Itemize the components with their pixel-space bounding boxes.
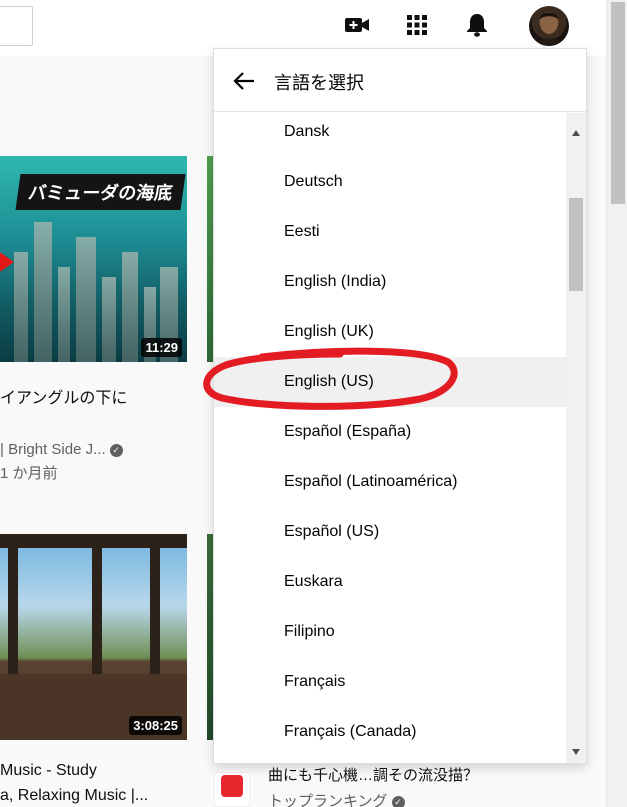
language-label: Euskara: [284, 573, 343, 590]
language-option[interactable]: Dansk: [214, 113, 566, 157]
language-label: Español (US): [284, 523, 380, 540]
language-label: Eesti: [284, 223, 320, 240]
page-scrollbar-thumb[interactable]: [611, 2, 625, 204]
language-menu-header: 言語を選択: [214, 49, 586, 112]
apps-grid-icon[interactable]: [404, 12, 430, 38]
verified-check-icon: ✓: [391, 796, 405, 807]
language-menu: 言語を選択 Dansk Deutsch Eesti English (India…: [213, 48, 587, 764]
arrow-back-icon[interactable]: [230, 67, 258, 95]
menu-title: 言語を選択: [274, 73, 364, 93]
language-option[interactable]: Français: [214, 657, 566, 707]
language-option[interactable]: Euskara: [214, 557, 566, 607]
language-option[interactable]: Deutsch: [214, 157, 566, 207]
channel-name[interactable]: トップランキング ✓: [268, 790, 405, 807]
verified-check-icon: ✓: [109, 444, 123, 457]
language-option[interactable]: Español (España): [214, 407, 566, 457]
notifications-bell-icon[interactable]: [464, 12, 490, 38]
channel-name-text[interactable]: トップランキング: [268, 793, 388, 807]
language-option[interactable]: Filipino: [214, 607, 566, 657]
user-avatar[interactable]: [529, 6, 569, 46]
language-option[interactable]: Français (Canada): [214, 707, 566, 757]
video-duration: 3:08:25: [129, 716, 182, 735]
language-option[interactable]: Español (Latinoamérica): [214, 457, 566, 507]
language-option[interactable]: Español (US): [214, 507, 566, 557]
language-option[interactable]: English (UK): [214, 307, 566, 357]
language-list-scrollbar[interactable]: [566, 113, 586, 763]
search-box[interactable]: [0, 6, 33, 46]
video-title[interactable]: Music - Study: [0, 762, 97, 780]
language-label: Filipino: [284, 623, 335, 640]
page-scrollbar[interactable]: [606, 0, 627, 807]
language-label: English (US): [284, 373, 374, 390]
thumbnail-caption: バミューダの海底: [15, 174, 186, 210]
language-label: Español (Latinoamérica): [284, 473, 458, 490]
video-title-line2[interactable]: a, Relaxing Music |...: [0, 787, 148, 805]
video-thumbnail[interactable]: バミューダの海底 11:29: [0, 156, 187, 362]
language-option[interactable]: Eesti: [214, 207, 566, 257]
video-age: 1 か月前: [0, 465, 58, 482]
language-label: English (UK): [284, 323, 374, 340]
video-title[interactable]: 曲にも千心機…調その流没描？: [268, 764, 478, 785]
language-list-scrollbar-thumb[interactable]: [569, 198, 583, 291]
video-thumbnail[interactable]: 3:08:25: [0, 534, 187, 740]
scroll-down-arrow-icon[interactable]: [570, 746, 582, 758]
language-label: English (India): [284, 273, 387, 290]
video-title[interactable]: イアングルの下に: [0, 384, 127, 408]
video-duration: 11:29: [141, 338, 182, 357]
language-label: Dansk: [284, 123, 330, 140]
language-option[interactable]: English (India): [214, 257, 566, 307]
scroll-up-arrow-icon[interactable]: [570, 127, 582, 139]
create-video-icon[interactable]: [344, 12, 370, 38]
language-label: Français: [284, 673, 346, 690]
language-option-selected[interactable]: English (US): [214, 357, 566, 407]
language-label: Français (Canada): [284, 723, 417, 740]
language-list: Dansk Deutsch Eesti English (India) Engl…: [214, 113, 566, 763]
channel-name[interactable]: | Bright Side J... ✓: [0, 441, 123, 458]
language-label: Deutsch: [284, 173, 343, 190]
arrow-graphic: [0, 248, 14, 276]
channel-logo[interactable]: [214, 772, 250, 807]
channel-name-text[interactable]: | Bright Side J...: [0, 441, 106, 458]
language-label: Español (España): [284, 423, 412, 440]
